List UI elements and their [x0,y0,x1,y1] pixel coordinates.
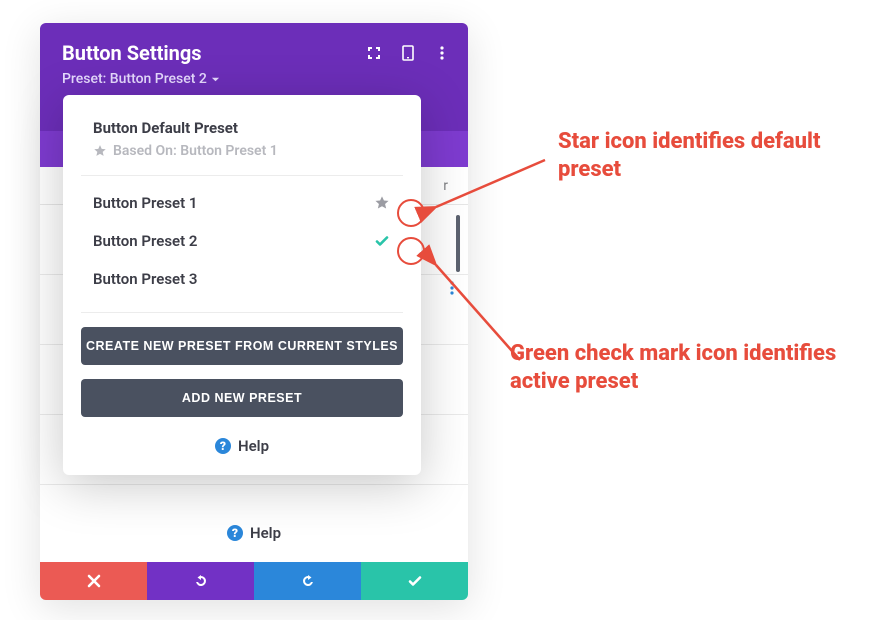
annotation-circle-star [397,199,425,227]
annotation-star-text: Star icon identifies default preset [558,128,880,183]
annotation-circle-check [397,237,425,265]
annotation-check-text: Green check mark icon identifies active … [510,340,880,395]
